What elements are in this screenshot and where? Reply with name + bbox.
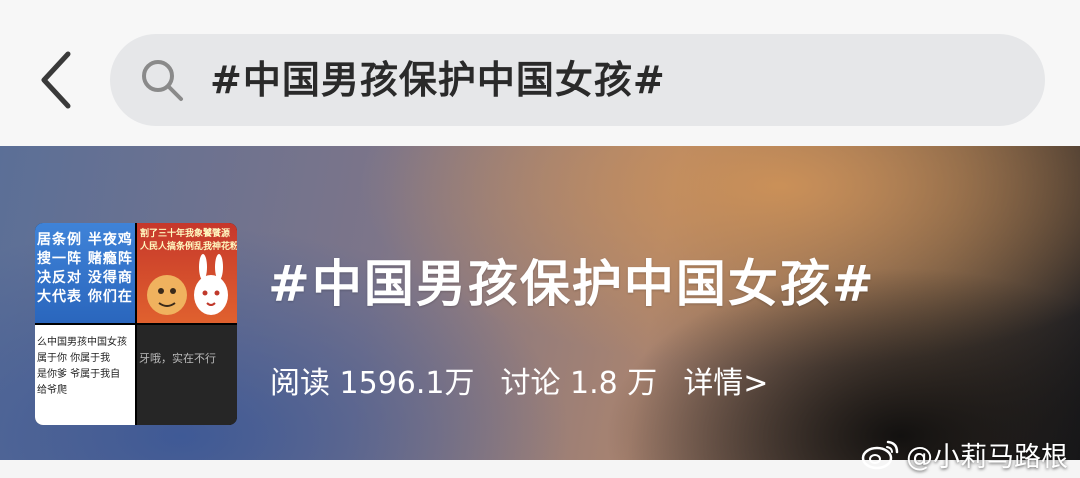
top-bar: #中国男孩保护中国女孩# — [0, 0, 1080, 146]
weibo-logo-icon — [861, 440, 899, 470]
thumbnail-tile-3-text: 么中国男孩中国女孩 属于你 你属于我 是你爹 爷属于我自 给爷爬 — [37, 337, 127, 396]
search-box[interactable]: #中国男孩保护中国女孩# — [110, 34, 1045, 126]
topic-thumbnail[interactable]: 居条例 半夜鸡 搜一阵 赌瘾阵 决反对 没得商 大代表 你们在 割了三十年我象饕… — [35, 223, 237, 425]
topic-title: #中国男孩保护中国女孩# — [268, 255, 876, 313]
search-query-text[interactable]: #中国男孩保护中国女孩# — [210, 34, 666, 126]
details-link[interactable]: 详情> — [683, 358, 768, 402]
thumbnail-tile-1-text: 居条例 半夜鸡 搜一阵 赌瘾阵 决反对 没得商 大代表 你们在 — [37, 232, 133, 305]
thumbnail-tile-2: 割了三十年我象饕餮源 人民人搞条例乱我神花粉 — [137, 223, 237, 323]
topic-stats: 阅读 1596.1万 讨论 1.8 万 详情> — [270, 358, 768, 402]
topic-header-banner: 居条例 半夜鸡 搜一阵 赌瘾阵 决反对 没得商 大代表 你们在 割了三十年我象饕… — [0, 146, 1080, 460]
search-icon — [142, 60, 183, 101]
back-button[interactable] — [30, 48, 82, 112]
watermark: @小莉马路根 — [860, 432, 1068, 476]
chevron-left-icon — [41, 51, 71, 109]
read-count: 阅读 1596.1万 — [270, 366, 475, 401]
thumbnail-tile-1: 居条例 半夜鸡 搜一阵 赌瘾阵 决反对 没得商 大代表 你们在 — [35, 223, 135, 323]
cartoon-illustration — [147, 254, 228, 315]
thumbnail-tile-4-text: 牙哦，实在不行 — [139, 352, 216, 365]
thumbnail-tile-3: 么中国男孩中国女孩 属于你 你属于我 是你爹 爷属于我自 给爷爬 — [35, 325, 135, 425]
thumbnail-tile-4: 牙哦，实在不行 — [137, 325, 237, 425]
discussion-count: 讨论 1.8 万 — [500, 366, 658, 401]
watermark-text: @小莉马路根 — [906, 441, 1068, 473]
